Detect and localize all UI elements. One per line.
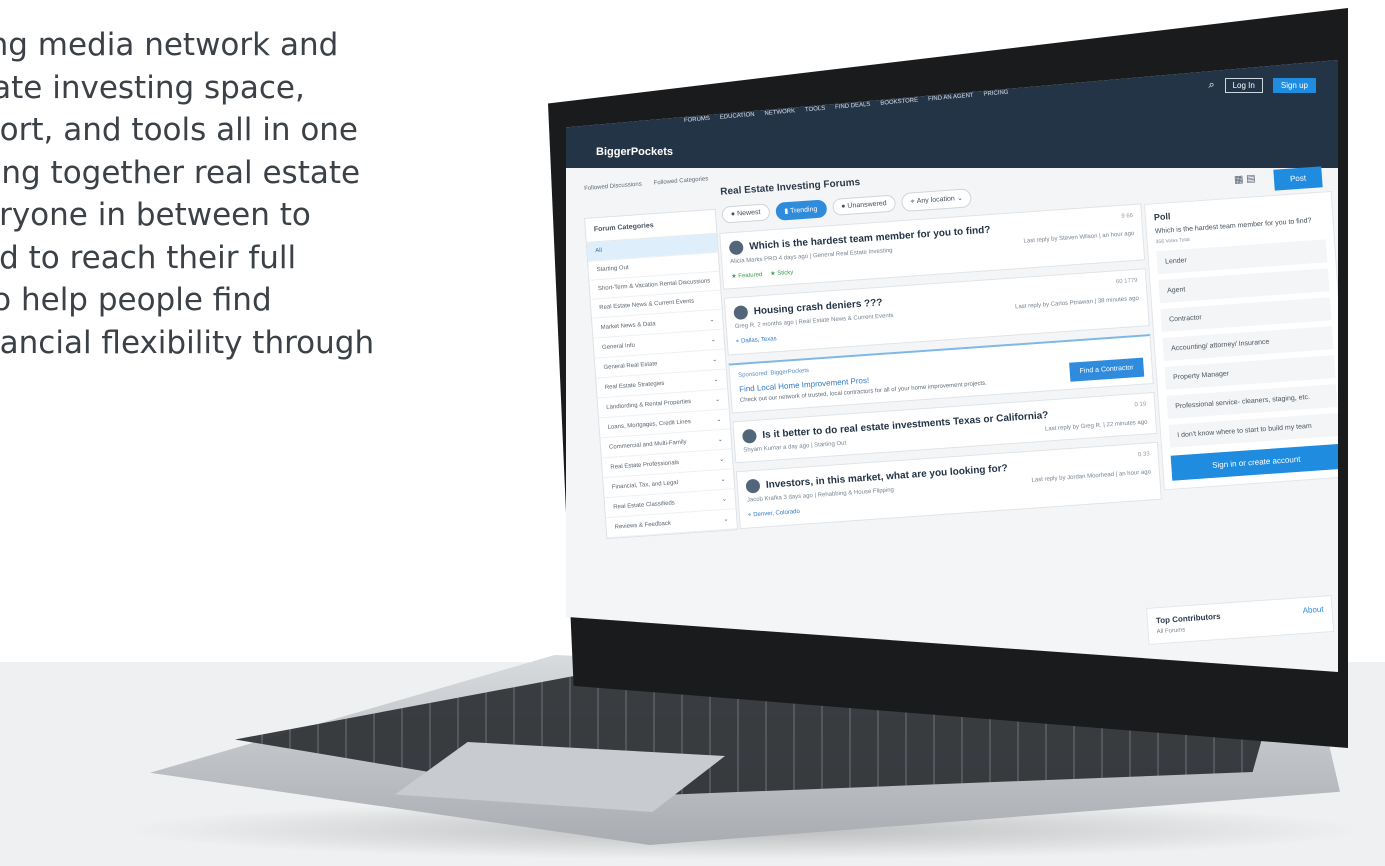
- chevron-down-icon: ⌄: [711, 356, 718, 364]
- intro-line: ing media network and: [0, 27, 339, 63]
- laptop-screen: BiggerPockets FORUMS EDUCATION NETWORK T…: [566, 60, 1338, 672]
- post-author[interactable]: Shyam Kumar: [743, 445, 781, 454]
- sidebar-item-label: Real Estate Classifieds: [613, 499, 676, 511]
- sidebar-item-label: Financial, Tax, and Legal: [611, 479, 679, 491]
- poll-panel: Poll Which is the hardest team member fo…: [1144, 190, 1338, 491]
- chevron-down-icon: ⌄: [718, 455, 725, 464]
- filter-label: Newest: [736, 208, 761, 218]
- filter-label: Unanswered: [847, 200, 887, 210]
- chevron-down-icon: ⌄: [723, 515, 729, 524]
- post-stats: 0 33: [1137, 451, 1150, 459]
- find-contractor-button[interactable]: Find a Contractor: [1069, 357, 1145, 382]
- poll-option[interactable]: Contractor: [1160, 297, 1332, 333]
- login-button[interactable]: Log In: [1224, 78, 1263, 93]
- sidebar-item-label: Landlording & Rental Properties: [606, 398, 692, 411]
- poll-option[interactable]: Accounting/ attorney/ Insurance: [1162, 326, 1334, 361]
- chevron-down-icon: ⌄: [717, 435, 724, 444]
- filter-newest[interactable]: ● Newest: [721, 203, 770, 224]
- forum-categories-sidebar: Forum Categories All Starting Out Short-…: [584, 208, 739, 540]
- follow-tabs: Followed Discussions Followed Categories: [584, 176, 708, 192]
- sidebar-item-label: Starting Out: [596, 265, 629, 274]
- sidebar-item-label: All: [595, 247, 603, 255]
- nav-tools[interactable]: TOOLS: [805, 106, 826, 114]
- filter-label: Trending: [789, 205, 818, 215]
- tab-followed-discussions[interactable]: Followed Discussions: [584, 181, 642, 192]
- auth-controls: ⌕ Log In Sign up: [1208, 78, 1316, 93]
- featured-tag: ★ Featured: [731, 271, 763, 281]
- signin-button[interactable]: Sign in or create account: [1170, 443, 1338, 481]
- sticky-tag: ★ Sticky: [770, 269, 794, 278]
- intro-line: port, and tools all in one: [0, 112, 359, 148]
- chevron-down-icon: ⌄: [710, 336, 717, 344]
- filter-trending[interactable]: ▮ Trending: [774, 198, 827, 221]
- intro-text: ing media network and tate investing spa…: [0, 24, 470, 364]
- sidebar-item-label: Real Estate Professionals: [610, 459, 680, 471]
- post-author[interactable]: Alicia Marks: [730, 257, 763, 265]
- avatar: [728, 240, 744, 256]
- avatar: [733, 305, 749, 321]
- nav-pricing[interactable]: PRICING: [983, 90, 1008, 98]
- chevron-down-icon: ⌄: [720, 475, 726, 484]
- intro-line: nancial flexibility through: [0, 324, 375, 361]
- poll-option[interactable]: Lender: [1156, 239, 1328, 275]
- poll-option[interactable]: I don't know where to start to build my …: [1168, 412, 1338, 448]
- location-filter[interactable]: ⌖ Any location ⌄: [900, 188, 973, 213]
- post-button[interactable]: Post: [1273, 166, 1323, 191]
- intro-line: eryone in between to: [0, 197, 311, 233]
- intro-line: ed to reach their full: [0, 239, 297, 276]
- search-icon[interactable]: ⌕: [1208, 79, 1214, 92]
- intro-line: ring together real estate: [0, 154, 361, 191]
- chevron-down-icon: ⌄: [709, 316, 715, 324]
- view-toggle-icon[interactable]: ▦ ▤: [1234, 173, 1256, 185]
- location-text: Dallas, Texas: [740, 336, 777, 345]
- sidebar-item-label: Loans, Mortgages, Credit Lines: [607, 418, 692, 431]
- post-meta-text: a day ago | Starting Out: [782, 440, 847, 451]
- post-author[interactable]: Jacob Krafka: [747, 495, 782, 503]
- location-text: Denver, Colorado: [753, 508, 801, 519]
- filter-label: Any location: [916, 195, 956, 206]
- sidebar-item-label: Market News & Data: [600, 320, 656, 331]
- chevron-down-icon: ⌄: [721, 495, 728, 504]
- chevron-down-icon: ⌄: [716, 415, 722, 424]
- sidebar-item-label: Real Estate Strategies: [604, 380, 665, 391]
- avatar: [745, 478, 761, 494]
- sidebar-item-label: Real Estate News & Current Events: [599, 298, 695, 312]
- chevron-down-icon: ⌄: [954, 193, 964, 203]
- post-stats: 0 19: [1134, 401, 1147, 409]
- sidebar-item-label: Short-Term & Vacation Rental Discussions: [597, 278, 711, 293]
- filter-unanswered[interactable]: ● Unanswered: [831, 194, 897, 216]
- post-author[interactable]: Greg R.: [735, 323, 756, 330]
- avatar: [741, 428, 757, 444]
- sidebar-item-label: General Info: [601, 342, 636, 351]
- poll-option[interactable]: Agent: [1158, 268, 1330, 304]
- sidebar-item-label: General Real Estate: [603, 360, 658, 371]
- contributors-about-link[interactable]: About: [1302, 605, 1323, 615]
- intro-line: to help people find: [0, 282, 272, 318]
- chevron-down-icon: ⌄: [713, 376, 719, 384]
- top-contributors-panel: Top Contributors About All Forums: [1146, 595, 1335, 645]
- sidebar-item-label: Commercial and Multi-Family: [608, 438, 687, 451]
- pro-badge: PRO: [764, 255, 778, 263]
- poll-option[interactable]: Property Manager: [1164, 355, 1336, 390]
- nav-forums[interactable]: FORUMS: [684, 116, 710, 124]
- signup-button[interactable]: Sign up: [1272, 78, 1316, 93]
- intro-line: tate investing space,: [0, 69, 305, 106]
- post-stats: 9 66: [1121, 212, 1134, 220]
- forum-main: Real Estate Investing Forums ● Newest ▮ …: [716, 157, 1172, 672]
- brand-logo[interactable]: BiggerPockets: [596, 146, 673, 158]
- sidebar-item-label: Reviews & Feedback: [614, 520, 672, 531]
- tab-followed-categories[interactable]: Followed Categories: [653, 176, 708, 186]
- chevron-down-icon: ⌄: [714, 395, 721, 404]
- poll-option[interactable]: Professional service- cleaners, staging,…: [1166, 384, 1338, 419]
- contributors-title: Top Contributors: [1155, 611, 1221, 626]
